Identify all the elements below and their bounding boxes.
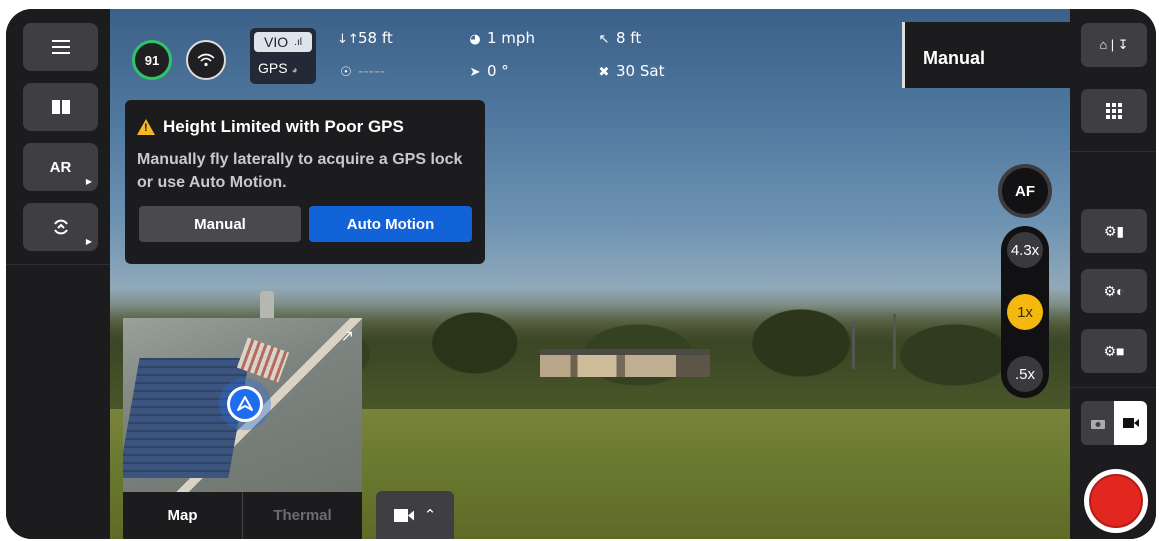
grid-icon (1106, 103, 1122, 119)
gimbal-pitch-icon: ➤ (469, 65, 481, 80)
satellite-map[interactable]: ↗ (123, 318, 362, 492)
satellite-readout: ✖ 30 Sat (595, 62, 665, 80)
distance-value: 8 ft (616, 29, 642, 47)
left-sidebar: AR ▶ ▶ (6, 9, 110, 539)
split-view-icon (51, 100, 70, 114)
expand-map-icon[interactable]: ↗ (341, 326, 354, 346)
video-settings-button[interactable]: ⚙■ (1081, 329, 1147, 373)
distance-readout: ↖ 8 ft (595, 29, 642, 47)
expand-arrow-icon: ▶ (85, 237, 92, 246)
heading-value: ----- (358, 62, 386, 80)
gps-status: GPS ◕ (258, 60, 298, 76)
mini-map[interactable]: ↗ Map Thermal (123, 318, 362, 539)
gimbal-readout: ➤ 0 ° (466, 62, 509, 80)
drone-location-marker (219, 378, 271, 430)
drone-arrow-icon (227, 386, 263, 422)
altitude-value: 58 ft (358, 29, 393, 47)
split-view-button[interactable] (23, 83, 98, 131)
divider (6, 264, 110, 265)
gps-label: GPS (258, 60, 288, 76)
record-button[interactable] (1084, 469, 1148, 533)
apps-grid-button[interactable] (1081, 89, 1147, 133)
gimbal-value: 0 ° (487, 62, 509, 80)
photo-video-toggle[interactable] (1081, 401, 1147, 445)
video-camera-icon (1122, 418, 1139, 428)
flight-mode-label: Manual (923, 48, 986, 68)
battery-percent: 91 (144, 52, 160, 68)
drone-settings-icon: ⚙▮ (1103, 222, 1125, 239)
positioning-status[interactable]: VIO .ıl GPS ◕ (250, 28, 316, 84)
houses (540, 349, 710, 377)
battery-indicator[interactable]: 91 (132, 40, 172, 80)
zoom-4-3x-button[interactable]: 4.3x (1007, 232, 1043, 268)
warning-icon (137, 119, 155, 135)
gps-warning-card: Height Limited with Poor GPS Manually fl… (125, 100, 485, 264)
vio-badge: VIO .ıl (254, 32, 312, 52)
zoom-0-5x-button[interactable]: .5x (1007, 356, 1043, 392)
flight-mode-panel[interactable]: Manual (902, 22, 1070, 88)
af-label: AF (1015, 182, 1035, 200)
video-settings-icon: ⚙■ (1103, 342, 1125, 359)
camera-exposure-icon: ⚙◐ (1103, 282, 1125, 299)
satellite-value: 30 Sat (616, 62, 665, 80)
compass-icon: ☉ (340, 65, 352, 80)
video-camera-icon (393, 508, 414, 522)
speedometer-icon: ◕ (469, 32, 481, 47)
wifi-icon (197, 53, 215, 67)
manual-button[interactable]: Manual (139, 206, 301, 242)
chevron-up-icon: ⌃ (423, 507, 437, 524)
vio-label: VIO (264, 34, 289, 50)
home-icon: ⌂ | ↧ (1099, 37, 1129, 52)
divider (1070, 387, 1156, 388)
app-frame: AR ▶ ▶ ⌂ | ↧ ⚙▮ ⚙◐ ⚙■ 91 VIO .ıl GPS ◕ ↓… (6, 9, 1156, 539)
auto-motion-button[interactable]: Auto Motion (309, 206, 472, 242)
photo-mode-button[interactable] (1081, 401, 1114, 445)
warning-message: Manually fly laterally to acquire a GPS … (137, 151, 463, 191)
gps-signal-icon: ◕ (291, 65, 298, 76)
drone-settings-button[interactable]: ⚙▮ (1081, 209, 1147, 253)
photo-camera-icon (1090, 419, 1105, 429)
ar-label: AR (49, 158, 72, 176)
altitude-readout: ↓↑58 ft (337, 29, 393, 47)
record-icon (1089, 474, 1143, 528)
speed-readout: ◕ 1 mph (466, 29, 535, 47)
divider (1070, 151, 1156, 152)
distance-icon: ↖ (598, 32, 610, 47)
hamburger-icon (51, 40, 70, 54)
video-mode-button[interactable] (1114, 401, 1147, 445)
signal-bars-icon: .ıl (294, 36, 302, 48)
warning-title-text: Height Limited with Poor GPS (163, 117, 404, 136)
tab-map[interactable]: Map (123, 492, 243, 539)
zoom-1x-button[interactable]: 1x (1007, 294, 1043, 330)
autofocus-button[interactable]: AF (998, 164, 1052, 218)
speed-value: 1 mph (487, 29, 535, 47)
map-tabs: Map Thermal (123, 492, 362, 539)
heading-readout: ☉ ----- (337, 62, 385, 80)
gimbal-button[interactable]: ▶ (23, 203, 98, 251)
zoom-selector: 4.3x 1x .5x (1001, 226, 1049, 398)
connection-indicator[interactable] (186, 40, 226, 80)
gimbal-icon (53, 219, 68, 235)
warning-title: Height Limited with Poor GPS (137, 117, 404, 137)
camera-view-toggle[interactable]: ⌃ (376, 491, 454, 539)
utility-pole (852, 321, 855, 369)
ar-button[interactable]: AR ▶ (23, 143, 98, 191)
return-home-button[interactable]: ⌂ | ↧ (1081, 23, 1147, 67)
satellite-icon: ✖ (598, 65, 610, 80)
tab-thermal[interactable]: Thermal (243, 492, 362, 539)
expand-arrow-icon: ▶ (85, 177, 92, 186)
altitude-icon: ↓↑ (337, 32, 359, 47)
right-sidebar: ⌂ | ↧ ⚙▮ ⚙◐ ⚙■ (1070, 9, 1156, 539)
camera-settings-button[interactable]: ⚙◐ (1081, 269, 1147, 313)
menu-button[interactable] (23, 23, 98, 71)
utility-pole (893, 314, 896, 369)
